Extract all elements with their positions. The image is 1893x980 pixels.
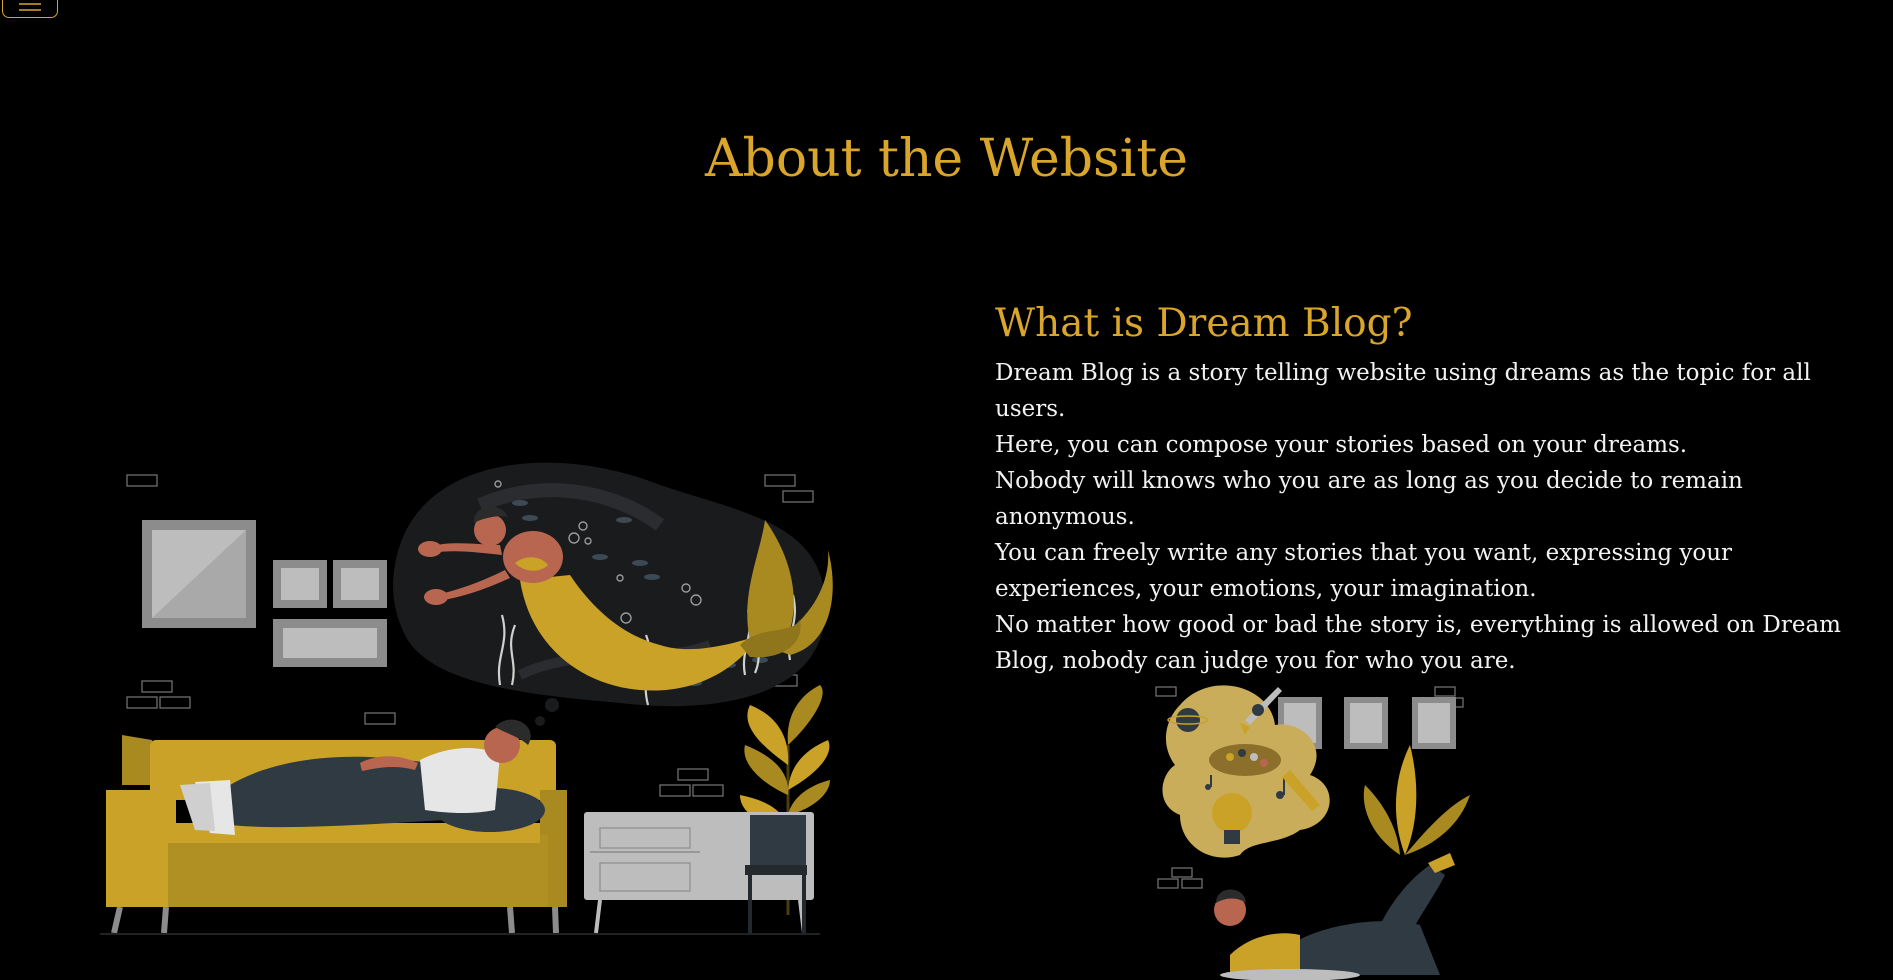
page-title: About the Website <box>704 129 1188 189</box>
section-title: What is Dream Blog? <box>995 301 1413 346</box>
about-paragraph: Here, you can compose your stories based… <box>995 432 1688 458</box>
about-paragraph: No matter how good or bad the story is, … <box>995 612 1841 674</box>
dreaming-on-sofa-illustration <box>100 462 833 935</box>
about-description: Dream Blog is a story telling website us… <box>995 355 1875 679</box>
about-paragraph: You can freely write any stories that yo… <box>995 540 1732 602</box>
creative-ideas-illustration <box>1155 685 1470 980</box>
about-paragraph: Nobody will knows who you are as long as… <box>995 468 1743 530</box>
hamburger-menu-icon <box>19 3 41 11</box>
menu-button[interactable] <box>2 0 58 18</box>
about-paragraph: Dream Blog is a story telling website us… <box>995 360 1811 422</box>
